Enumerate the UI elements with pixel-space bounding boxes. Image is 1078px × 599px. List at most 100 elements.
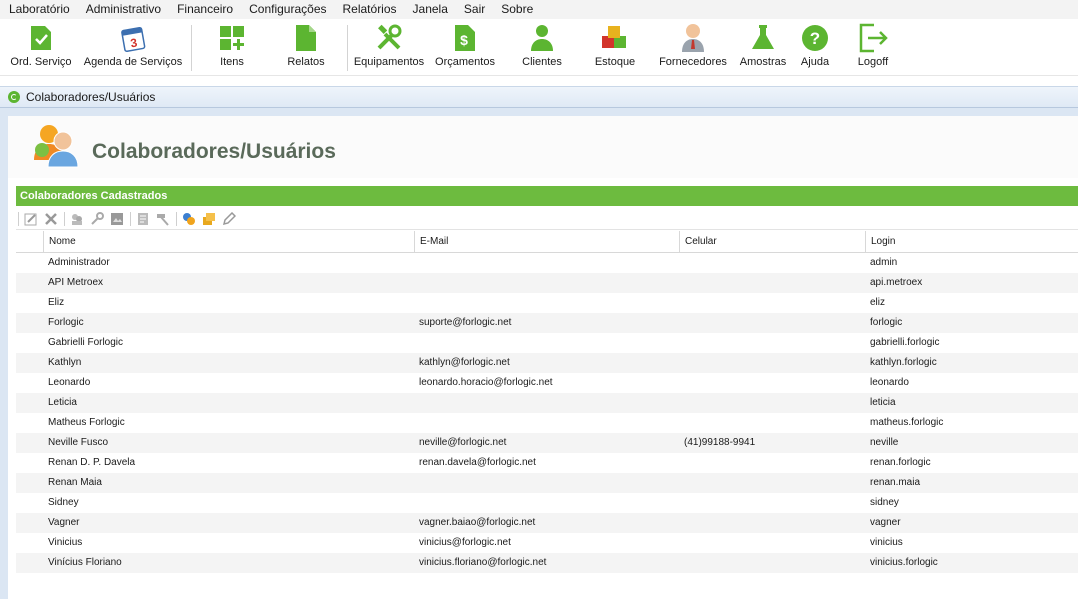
- document-icon: [291, 23, 321, 53]
- menu-relatorios[interactable]: Relatórios: [335, 0, 405, 19]
- clipboard-check-icon: [26, 23, 56, 53]
- itens-label: Itens: [220, 56, 244, 68]
- table-row[interactable]: Forlogic suporte@forlogic.net forlogic: [16, 313, 1078, 333]
- equipamentos-button[interactable]: Equipamentos: [351, 23, 427, 73]
- cell-nome: Forlogic: [48, 317, 84, 328]
- row-indicator: [16, 353, 43, 373]
- cell-login: forlogic: [870, 317, 903, 328]
- pencil-icon[interactable]: [221, 211, 237, 227]
- calendar-icon: 3: [118, 23, 148, 53]
- cell-login: eliz: [870, 297, 886, 308]
- cell-login: admin: [870, 257, 898, 268]
- row-indicator: [16, 493, 43, 513]
- cell-email: [414, 473, 679, 493]
- table-row[interactable]: Vinicius vinicius@forlogic.net vinicius: [16, 533, 1078, 553]
- itens-button[interactable]: Itens: [207, 23, 257, 73]
- row-indicator: [16, 553, 43, 573]
- ajuda-button[interactable]: ? Ajuda: [793, 23, 837, 73]
- cell-email: [414, 333, 679, 353]
- table-row[interactable]: Matheus Forlogic matheus.forlogic: [16, 413, 1078, 433]
- amostras-button[interactable]: Amostras: [736, 23, 790, 73]
- relatos-button[interactable]: Relatos: [281, 23, 331, 73]
- cell-celular: [679, 533, 865, 553]
- row-indicator: [16, 273, 43, 293]
- table-row[interactable]: Vagner vagner.baiao@forlogic.net vagner: [16, 513, 1078, 533]
- image-icon[interactable]: [109, 211, 125, 227]
- table-row[interactable]: Kathlyn kathlyn@forlogic.net kathlyn.forlo…: [16, 353, 1078, 373]
- agenda-button[interactable]: 3 Agenda de Serviços: [81, 23, 185, 73]
- delete-icon[interactable]: [43, 211, 59, 227]
- menu-bar: Laboratório Administrativo Financeiro Co…: [0, 0, 1078, 19]
- row-indicator: [16, 453, 43, 473]
- table-row[interactable]: API Metroex api.metroex: [16, 273, 1078, 293]
- column-header-nome[interactable]: Nome: [43, 231, 414, 252]
- grid-toolbar-separator: [130, 211, 131, 226]
- cell-login: vagner: [870, 517, 901, 528]
- refresh-icon[interactable]: [8, 91, 20, 103]
- users-table: Nome E-Mail Celular Login Administrador a…: [16, 231, 1078, 573]
- key-icon[interactable]: [89, 211, 105, 227]
- menu-laboratorio[interactable]: Laboratório: [0, 0, 78, 19]
- fornecedores-button[interactable]: Fornecedores: [655, 23, 731, 73]
- cell-login: leticia: [870, 397, 896, 408]
- row-indicator: [16, 313, 43, 333]
- orcamentos-button[interactable]: $ Orçamentos: [432, 23, 498, 73]
- money-symbol-text: $: [460, 32, 468, 48]
- flask-icon: [748, 23, 778, 53]
- table-row[interactable]: Leticia leticia: [16, 393, 1078, 413]
- equipamentos-label: Equipamentos: [353, 56, 425, 68]
- ord-servico-button[interactable]: Ord. Serviço: [7, 23, 75, 73]
- hammer-icon[interactable]: [155, 211, 171, 227]
- row-indicator: [16, 393, 43, 413]
- logoff-label: Logoff: [857, 56, 889, 68]
- cell-celular: [679, 293, 865, 313]
- column-header-celular[interactable]: Celular: [679, 231, 865, 252]
- menu-configuracoes[interactable]: Configurações: [241, 0, 334, 19]
- folders-icon[interactable]: [201, 211, 217, 227]
- tools-icon: [374, 23, 404, 53]
- money-document-icon: $: [450, 23, 480, 53]
- users-group-icon[interactable]: [69, 211, 85, 227]
- table-row[interactable]: Sidney sidney: [16, 493, 1078, 513]
- cell-email: vinicius.floriano@forlogic.net: [419, 557, 547, 568]
- report-icon[interactable]: [135, 211, 151, 227]
- cell-nome: Vagner: [48, 517, 80, 528]
- logoff-button[interactable]: Logoff: [850, 23, 896, 73]
- menu-janela[interactable]: Janela: [405, 0, 456, 19]
- table-row[interactable]: Renan D. P. Davela renan.davela@forlogic.…: [16, 453, 1078, 473]
- lab-users-icon[interactable]: [181, 211, 197, 227]
- cell-login: renan.forlogic: [870, 457, 931, 468]
- cell-celular: [679, 453, 865, 473]
- grid-toolbar-separator: [176, 211, 177, 226]
- cell-login: api.metroex: [870, 277, 923, 288]
- edit-icon[interactable]: [23, 211, 39, 227]
- table-header: Nome E-Mail Celular Login: [16, 231, 1078, 253]
- menu-sobre[interactable]: Sobre: [493, 0, 541, 19]
- page-header: Colaboradores/Usuários: [8, 116, 1078, 178]
- cell-login: matheus.forlogic: [870, 417, 944, 428]
- table-row[interactable]: Leonardo leonardo.horacio@forlogic.net leo…: [16, 373, 1078, 393]
- column-header-email[interactable]: E-Mail: [414, 231, 679, 252]
- table-row[interactable]: Eliz eliz: [16, 293, 1078, 313]
- cell-celular: [679, 273, 865, 293]
- table-row[interactable]: Gabrielli Forlogic gabrielli.forlogic: [16, 333, 1078, 353]
- cell-nome: Vinicius: [48, 537, 83, 548]
- estoque-button[interactable]: Estoque: [589, 23, 641, 73]
- menu-financeiro[interactable]: Financeiro: [169, 0, 241, 19]
- page-title: Colaboradores/Usuários: [92, 140, 336, 163]
- menu-administrativo[interactable]: Administrativo: [78, 0, 169, 19]
- column-header-login[interactable]: Login: [865, 231, 1078, 252]
- cell-celular: [679, 473, 865, 493]
- row-indicator: [16, 333, 43, 353]
- table-row[interactable]: Vinícius Floriano vinicius.floriano@forlo…: [16, 553, 1078, 573]
- clientes-button[interactable]: Clientes: [515, 23, 569, 73]
- relatos-label: Relatos: [287, 56, 325, 68]
- cell-nome: Renan D. P. Davela: [48, 457, 136, 468]
- table-row[interactable]: Neville Fusco neville@forlogic.net (41)991…: [16, 433, 1078, 453]
- table-row[interactable]: Renan Maia renan.maia: [16, 473, 1078, 493]
- table-row[interactable]: Administrador admin: [16, 253, 1078, 273]
- row-indicator: [16, 413, 43, 433]
- cell-nome: Renan Maia: [48, 477, 102, 488]
- menu-sair[interactable]: Sair: [456, 0, 493, 19]
- fornecedores-label: Fornecedores: [659, 56, 727, 68]
